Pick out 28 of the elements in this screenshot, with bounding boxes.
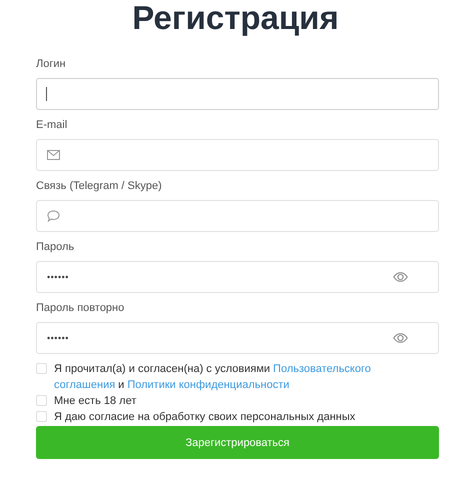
link[interactable]: соглашения — [54, 377, 116, 393]
field-label: Логин — [36, 57, 67, 72]
field-label: Связь (Telegram / Skype) — [36, 179, 163, 194]
input-field[interactable]: •••••• — [36, 322, 439, 354]
page-title: Регистрация — [131, 0, 340, 36]
field-label: E-mail — [36, 118, 68, 133]
eye-icon[interactable] — [393, 272, 408, 282]
chat-bubble-icon — [47, 210, 60, 222]
password-value: •••••• — [47, 272, 69, 282]
field-label: Пароль повторно — [36, 301, 126, 316]
link[interactable]: Политики конфиденциальности — [127, 377, 290, 393]
checkbox[interactable] — [36, 411, 47, 422]
checkbox-label: Я даю согласие на обработку своих персональных данных — [54, 410, 356, 425]
input-field[interactable] — [36, 139, 439, 171]
checkbox-label: и — [118, 378, 124, 393]
link[interactable]: Пользовательского — [273, 361, 371, 377]
register-button[interactable]: Зарегистрироваться — [36, 426, 439, 459]
input-field[interactable]: •••••• — [36, 261, 439, 293]
checkbox-label: Мне есть 18 лет — [54, 394, 136, 409]
mail-icon — [47, 150, 60, 160]
checkbox-label: Я прочитал(а) и согласен(на) с условиями — [54, 362, 270, 377]
eye-icon[interactable] — [393, 333, 408, 343]
checkbox[interactable] — [36, 395, 47, 406]
password-value: •••••• — [47, 333, 69, 343]
input-field[interactable] — [36, 78, 439, 110]
field-label: Пароль — [36, 240, 76, 255]
checkbox[interactable] — [36, 363, 47, 374]
input-field[interactable] — [36, 200, 439, 232]
